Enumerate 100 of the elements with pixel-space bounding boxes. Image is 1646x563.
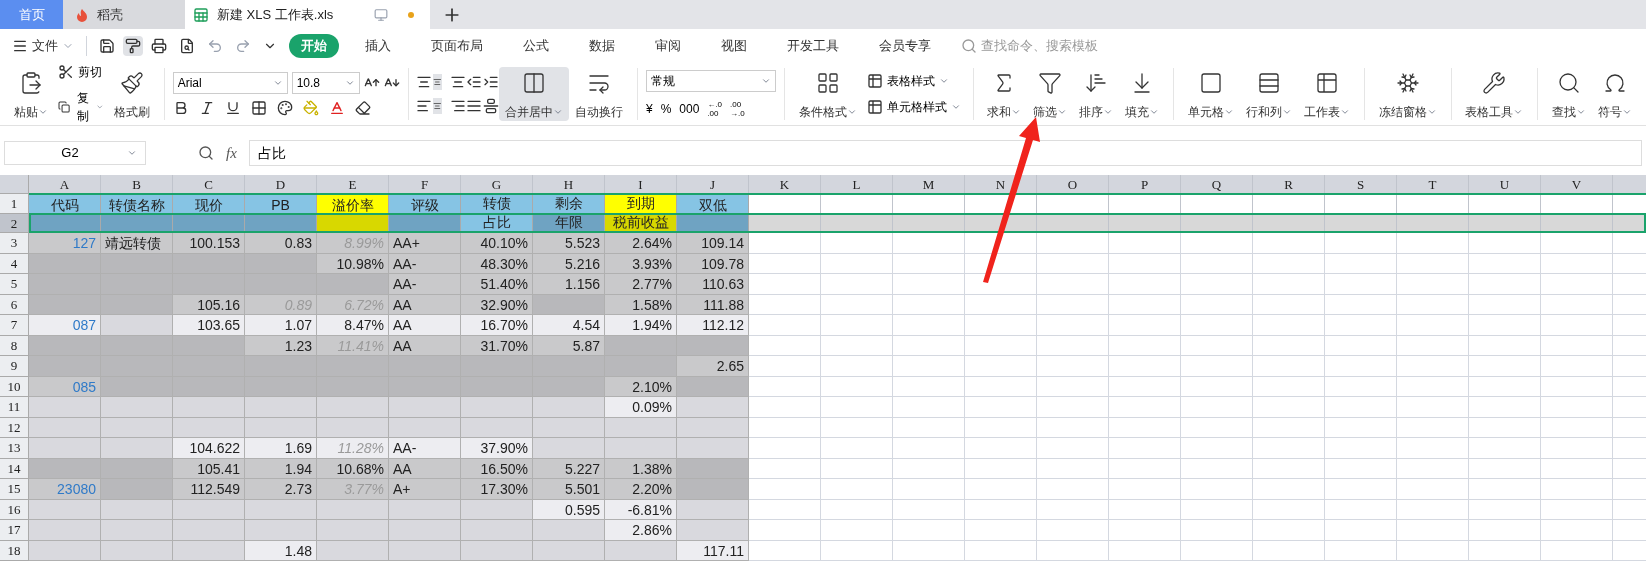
- clipboard-icon: [19, 70, 43, 95]
- row-header[interactable]: 1: [0, 194, 29, 214]
- blurred-cell: [533, 376, 605, 397]
- ribbon-tab[interactable]: 开发工具: [775, 33, 851, 58]
- tab[interactable]: 稻壳: [63, 0, 185, 29]
- ribbon-tab[interactable]: 审阅: [643, 33, 693, 58]
- toolbar-button[interactable]: 填充: [1119, 66, 1166, 121]
- toolbar-button[interactable]: 排序: [1073, 66, 1120, 121]
- toolbar-button[interactable]: 行和列: [1240, 66, 1298, 121]
- print-preview-icon[interactable]: [179, 37, 195, 54]
- row-header[interactable]: 3: [0, 233, 29, 254]
- table-icon: [866, 72, 883, 89]
- formula-field[interactable]: 占比: [248, 140, 1642, 166]
- row-header[interactable]: 7: [0, 315, 29, 336]
- border-icon[interactable]: [250, 99, 267, 116]
- number-format-symbol[interactable]: ¥: [646, 99, 653, 118]
- row-header[interactable]: 4: [0, 253, 29, 274]
- toolbar-button[interactable]: 筛选: [1027, 66, 1074, 121]
- table-cell: 5.523: [533, 233, 605, 254]
- toolbar-button[interactable]: 冻结窗格: [1372, 66, 1443, 121]
- toolbar-button[interactable]: 求和: [981, 66, 1028, 121]
- underline-icon[interactable]: [224, 99, 241, 116]
- cell-style-icon[interactable]: [276, 99, 293, 116]
- style-button[interactable]: 表格样式: [866, 71, 961, 90]
- tab[interactable]: 新建 XLS 工作表.xls: [185, 0, 430, 29]
- blurred-cell: [389, 499, 461, 520]
- row-header[interactable]: 10: [0, 376, 29, 397]
- blurred-cell: [29, 335, 101, 356]
- file-menu[interactable]: 文件: [8, 35, 78, 56]
- toolbar-button[interactable]: 条件格式: [792, 66, 863, 121]
- blurred-cell: [605, 356, 677, 377]
- toolbar-button[interactable]: 查找: [1546, 66, 1592, 121]
- header-cell: 剩余: [533, 194, 605, 214]
- blurred-cell: [29, 540, 101, 561]
- font-name-field[interactable]: Arial: [172, 71, 288, 94]
- blurred-cell: [101, 356, 173, 377]
- blurred-cell: [101, 417, 173, 438]
- decimal-button[interactable]: ←.0 .00: [707, 99, 723, 118]
- zoom-icon[interactable]: [198, 145, 214, 161]
- rows-icon: [1257, 70, 1281, 95]
- number-format-field[interactable]: 常规: [646, 69, 776, 92]
- ribbon-tab[interactable]: 数据: [577, 33, 627, 58]
- merge-center-button[interactable]: 合并居中: [499, 66, 570, 121]
- row-header[interactable]: 15: [0, 479, 29, 500]
- blurred-cell: [101, 438, 173, 459]
- row-header[interactable]: 9: [0, 356, 29, 377]
- row-header[interactable]: 18: [0, 540, 29, 561]
- blurred-cell: [101, 335, 173, 356]
- decimal-button[interactable]: .00 →.0: [730, 99, 745, 118]
- copy-button[interactable]: 复制: [58, 88, 104, 125]
- row-header[interactable]: 5: [0, 274, 29, 295]
- row-header[interactable]: 13: [0, 438, 29, 459]
- blurred-cell: [29, 520, 101, 541]
- font-size-field[interactable]: 10.8: [291, 71, 360, 94]
- function-label[interactable]: fx: [226, 141, 237, 165]
- ribbon-tab[interactable]: 会员专享: [867, 33, 943, 58]
- undo-icon[interactable]: [207, 37, 223, 54]
- blurred-cell: [677, 417, 749, 438]
- style-button[interactable]: 单元格样式: [866, 97, 961, 116]
- row-header[interactable]: 6: [0, 294, 29, 315]
- blurred-cell: [29, 458, 101, 479]
- toolbar-button[interactable]: 表格工具: [1459, 66, 1530, 121]
- format-painter-icon[interactable]: [123, 35, 143, 56]
- ribbon-tab[interactable]: 公式: [511, 33, 561, 58]
- align-middle-icon[interactable]: [432, 73, 442, 90]
- ribbon-tab[interactable]: 视图: [709, 33, 759, 58]
- number-format-symbol[interactable]: %: [660, 99, 672, 118]
- align-center-icon[interactable]: [432, 97, 442, 114]
- format-painter-button[interactable]: 格式刷: [108, 66, 156, 121]
- wrap-text-button[interactable]: 自动换行: [569, 66, 630, 121]
- blurred-cell: [245, 397, 317, 418]
- blurred-cell: [29, 274, 101, 295]
- fill-color-icon[interactable]: [302, 99, 319, 116]
- table-cell: 100.153: [173, 233, 245, 254]
- number-format-symbol[interactable]: 000: [679, 99, 700, 118]
- row-header[interactable]: 17: [0, 520, 29, 541]
- toolbar-button[interactable]: 符号: [1592, 66, 1638, 121]
- row-header[interactable]: 16: [0, 499, 29, 520]
- toolbar-button[interactable]: 单元格: [1182, 66, 1240, 121]
- blurred-cell: [677, 376, 749, 397]
- row-header[interactable]: 12: [0, 417, 29, 438]
- cut-button[interactable]: 剪切: [58, 62, 104, 81]
- save-icon[interactable]: [99, 37, 115, 54]
- eraser-icon[interactable]: [354, 99, 371, 116]
- scissors-icon: [58, 63, 74, 80]
- toolbar-button[interactable]: 工作表: [1298, 66, 1356, 121]
- caret-icon: [127, 148, 137, 158]
- blurred-cell: [101, 499, 173, 520]
- distribute-icon[interactable]: [482, 97, 499, 114]
- print-icon[interactable]: [151, 37, 167, 54]
- ribbon-tab[interactable]: 插入: [353, 33, 403, 58]
- table-icon: [1315, 70, 1339, 95]
- row-header[interactable]: 8: [0, 335, 29, 356]
- blurred-cell: [533, 397, 605, 418]
- font-color-icon[interactable]: [328, 99, 345, 116]
- name-box[interactable]: G2: [4, 141, 146, 165]
- paste-button[interactable]: 粘贴: [8, 66, 54, 121]
- row-header[interactable]: 14: [0, 458, 29, 479]
- ribbon-tab[interactable]: 页面布局: [419, 33, 495, 58]
- row-header[interactable]: 11: [0, 397, 29, 418]
